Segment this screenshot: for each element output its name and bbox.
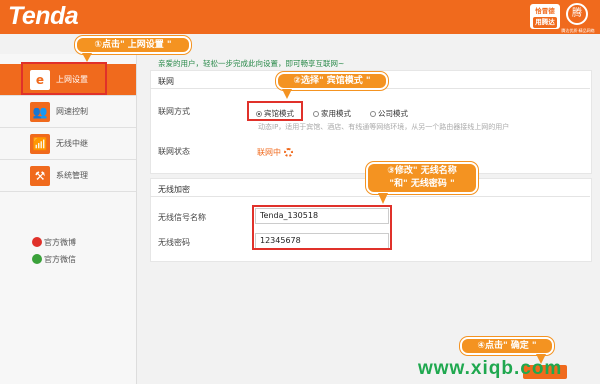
section-divider <box>150 196 590 197</box>
sidebar-item-system-management[interactable]: ⚒ 系统管理 <box>0 160 136 192</box>
radio-home-mode[interactable]: 家用模式 <box>313 108 351 119</box>
sidebar-item-speed-control[interactable]: 👥 网速控制 <box>0 96 136 128</box>
brand-circle-icon: 腾 <box>566 3 588 25</box>
callout-step4: ④点击" 确定 " <box>460 337 554 355</box>
site-watermark: www.xiqb.com <box>418 358 563 379</box>
callout-step1: ①点击" 上网设置 " <box>75 36 191 54</box>
wechat-icon <box>32 254 42 264</box>
badge-line2: 用腾达 <box>533 17 557 28</box>
brand-caption: 腾达优质·精品网络 <box>561 28 595 33</box>
callout-step2: ②选择" 宾馆模式 " <box>276 72 388 90</box>
radio-unselected-icon <box>370 111 376 117</box>
badge-line1: 恰冒德 <box>535 7 555 15</box>
weibo-icon <box>32 237 42 247</box>
ssid-label: 无线信号名称 <box>158 213 206 222</box>
password-label: 无线密码 <box>158 238 190 247</box>
callout-tail <box>82 53 92 62</box>
sidebar-item-label: 系统管理 <box>56 171 88 180</box>
sidebar-item-label: 网速控制 <box>56 107 88 116</box>
callout-tail <box>282 89 292 99</box>
sidebar-item-label: 无线中继 <box>56 139 88 148</box>
highlight-hotel-mode <box>247 101 303 121</box>
status-text: 联网中 <box>257 148 281 157</box>
radio-label: 公司模式 <box>378 109 408 118</box>
radio-office-mode[interactable]: 公司模式 <box>370 108 408 119</box>
sidebar: e 上网设置 👥 网速控制 📶 无线中继 ⚒ 系统管理 官方微博 官方微信 <box>0 54 137 384</box>
radio-unselected-icon <box>313 111 319 117</box>
users-icon: 👥 <box>30 102 50 122</box>
social-wechat-link[interactable]: 官方微信 <box>32 254 76 265</box>
app-badge[interactable]: 恰冒德 用腾达 <box>530 4 560 29</box>
connect-mode-label: 联网方式 <box>158 107 190 116</box>
mode-hint: 动态IP，适用于宾馆、酒店、有线通等网络环境，从另一个路由器接线上网的用户 <box>258 123 510 131</box>
intro-text: 亲爱的用户，轻松一步完成此向设置，即可畅享互联网~ <box>158 59 345 68</box>
social-weibo-link[interactable]: 官方微博 <box>32 237 76 248</box>
callout-tail <box>378 193 388 204</box>
status-label: 联网状态 <box>158 147 190 156</box>
signal-icon: 📶 <box>30 134 50 154</box>
tools-icon: ⚒ <box>30 166 50 186</box>
loading-spinner-icon <box>284 148 293 157</box>
status-value: 联网中 <box>257 147 293 158</box>
callout-step3-line1: ③修改" 无线名称 <box>387 166 457 176</box>
internet-section-title: 联网 <box>158 77 174 86</box>
sidebar-item-wireless-repeater[interactable]: 📶 无线中继 <box>0 128 136 160</box>
callout-step3-line2: "和" 无线密码 " <box>389 179 455 189</box>
top-bar: Tenda 恰冒德 用腾达 腾 腾达优质·精品网络 <box>0 0 600 34</box>
wechat-label: 官方微信 <box>44 255 76 264</box>
wireless-section-title: 无线加密 <box>158 185 190 194</box>
radio-label: 家用模式 <box>321 109 351 118</box>
highlight-wireless-fields <box>252 205 392 250</box>
highlight-internet-settings <box>21 62 107 95</box>
callout-step3: ③修改" 无线名称 "和" 无线密码 " <box>366 162 478 194</box>
weibo-label: 官方微博 <box>44 238 76 247</box>
tenda-logo: Tenda <box>8 2 79 30</box>
